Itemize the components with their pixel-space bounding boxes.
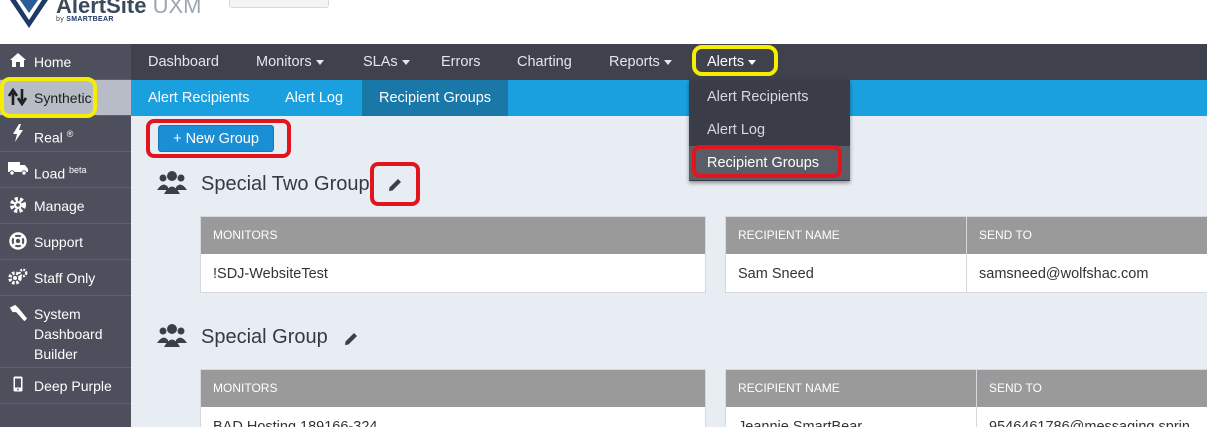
recipient-name-cell: Jeannie SmartBear bbox=[738, 419, 863, 427]
monitor-cell[interactable]: BAD Hosting 189166-324 bbox=[201, 408, 705, 427]
table-header-send-to: SEND TO bbox=[967, 217, 1207, 254]
sidebar-item-label: Support bbox=[34, 234, 84, 250]
truck-icon bbox=[8, 160, 28, 176]
logo-company: SMARTBEAR bbox=[66, 16, 114, 23]
sidebar-item-label: Manage bbox=[34, 198, 85, 214]
monitors-table: MONITORS BAD Hosting 189166-324 bbox=[200, 369, 706, 427]
subnav-label: Alert Recipients bbox=[148, 90, 250, 106]
sidebar-item-label: Synthetic bbox=[34, 90, 92, 106]
sidebar-item-label: Staff Only bbox=[34, 270, 96, 286]
nav-label: Errors bbox=[441, 54, 481, 70]
new-group-button[interactable]: + New Group bbox=[158, 125, 274, 152]
sidebar-item-manage[interactable]: Manage bbox=[0, 188, 131, 224]
recipient-name-cell: Sam Sneed bbox=[738, 266, 814, 282]
sidebar-item-home[interactable]: Home bbox=[0, 44, 131, 80]
subnav-label: Recipient Groups bbox=[379, 90, 492, 106]
wrench-icon bbox=[8, 304, 28, 324]
monitor-cell[interactable]: !SDJ-WebsiteTest bbox=[201, 255, 705, 293]
sidebar: Home Synthetic Real ® Load beta Manage S… bbox=[0, 44, 131, 427]
nav-reports[interactable]: Reports bbox=[609, 44, 672, 80]
nav-charting[interactable]: Charting bbox=[517, 44, 572, 80]
table-header-send-to: SEND TO bbox=[977, 370, 1207, 407]
logo-suffix: UXM bbox=[152, 0, 202, 18]
recipients-table: RECIPIENT NAME SEND TO Sam Sneed samsnee… bbox=[725, 216, 1207, 293]
subnav-recipient-groups[interactable]: Recipient Groups bbox=[362, 80, 508, 116]
nav-label: Charting bbox=[517, 54, 572, 70]
main-content: + New Group Special Two Group MONITORS !… bbox=[131, 116, 1207, 427]
sidebar-item-real[interactable]: Real ® bbox=[0, 116, 131, 152]
lifebuoy-icon bbox=[8, 232, 28, 250]
nav-label: Reports bbox=[609, 54, 660, 70]
send-to-cell: samsneed@wolfshac.com bbox=[979, 266, 1149, 282]
gears-icon bbox=[8, 268, 28, 286]
sidebar-item-system-dashboard-builder[interactable]: System Dashboard Builder bbox=[0, 296, 131, 368]
table-header-recipient-name: RECIPIENT NAME bbox=[726, 217, 966, 254]
nav-label: Dashboard bbox=[148, 54, 219, 70]
sidebar-item-label: Deep Purple bbox=[34, 378, 112, 394]
nav-alerts[interactable]: Alerts bbox=[707, 44, 757, 80]
nav-label: SLAs bbox=[363, 54, 398, 70]
alerts-dropdown-menu: Alert Recipients Alert Log Recipient Gro… bbox=[689, 80, 850, 181]
sidebar-item-label-line3: Builder bbox=[34, 346, 78, 362]
subnav-alert-recipients[interactable]: Alert Recipients bbox=[148, 80, 250, 116]
caret-down-icon bbox=[401, 59, 410, 65]
alertsite-logo[interactable]: AlertSite UXM by SMARTBEAR bbox=[8, 0, 202, 30]
gear-icon bbox=[8, 196, 28, 214]
table-header-monitors: MONITORS bbox=[201, 217, 705, 254]
caret-down-icon bbox=[315, 59, 324, 65]
nav-label: Alerts bbox=[707, 54, 745, 70]
top-nav: Dashboard Monitors SLAs Errors Charting … bbox=[131, 44, 1207, 80]
nav-errors[interactable]: Errors bbox=[441, 44, 480, 80]
sidebar-item-label: Real bbox=[34, 129, 63, 146]
mobile-icon bbox=[8, 376, 28, 392]
sidebar-item-support[interactable]: Support bbox=[0, 224, 131, 260]
group-title: Special Two Group bbox=[201, 173, 370, 195]
menu-item-alert-recipients[interactable]: Alert Recipients bbox=[689, 80, 850, 114]
top-bar: AlertSite UXM by SMARTBEAR bbox=[0, 0, 1207, 44]
nav-monitors[interactable]: Monitors bbox=[256, 44, 324, 80]
sidebar-item-label: Home bbox=[34, 54, 72, 70]
monitors-table: MONITORS !SDJ-WebsiteTest bbox=[200, 216, 706, 293]
beta-label: beta bbox=[69, 165, 87, 175]
sub-nav: Alert Recipients Alert Log Recipient Gro… bbox=[131, 80, 1207, 116]
edit-pencil-icon[interactable] bbox=[344, 332, 358, 346]
group-title: Special Group bbox=[201, 326, 328, 348]
logo-mark-icon bbox=[8, 0, 50, 30]
table-header-monitors: MONITORS bbox=[201, 370, 705, 407]
group-users-icon bbox=[157, 170, 187, 196]
subnav-label: Alert Log bbox=[285, 90, 344, 106]
bolt-icon bbox=[8, 124, 28, 142]
nav-slas[interactable]: SLAs bbox=[363, 44, 410, 80]
subnav-alert-log[interactable]: Alert Log bbox=[285, 80, 343, 116]
nav-dashboard[interactable]: Dashboard bbox=[148, 44, 219, 80]
sidebar-item-deep-purple[interactable]: Deep Purple bbox=[0, 368, 131, 404]
logo-by: by bbox=[56, 16, 64, 23]
sidebar-item-label-line1: System bbox=[34, 306, 81, 322]
recipients-table: RECIPIENT NAME SEND TO Jeannie SmartBear… bbox=[725, 369, 1207, 427]
group-users-icon bbox=[157, 323, 187, 349]
edit-pencil-icon[interactable] bbox=[388, 178, 402, 192]
registered-mark: ® bbox=[66, 129, 74, 139]
caret-down-icon bbox=[748, 59, 757, 65]
sidebar-item-label-line2: Dashboard bbox=[34, 326, 103, 342]
nav-label: Monitors bbox=[256, 54, 312, 70]
sidebar-item-label: Load bbox=[34, 165, 66, 182]
sidebar-item-load[interactable]: Load beta bbox=[0, 152, 131, 188]
sidebar-item-synthetic[interactable]: Synthetic bbox=[0, 80, 131, 116]
home-icon bbox=[8, 52, 28, 68]
arrows-updown-icon bbox=[8, 88, 28, 106]
caret-down-icon bbox=[663, 59, 672, 65]
top-field-box[interactable] bbox=[229, 0, 329, 8]
sidebar-item-staff-only[interactable]: Staff Only bbox=[0, 260, 131, 296]
send-to-cell: 9546461786@messaging.sprin bbox=[989, 419, 1190, 427]
menu-item-recipient-groups[interactable]: Recipient Groups bbox=[689, 146, 850, 180]
menu-item-alert-log[interactable]: Alert Log bbox=[689, 113, 850, 147]
table-header-recipient-name: RECIPIENT NAME bbox=[726, 370, 976, 407]
